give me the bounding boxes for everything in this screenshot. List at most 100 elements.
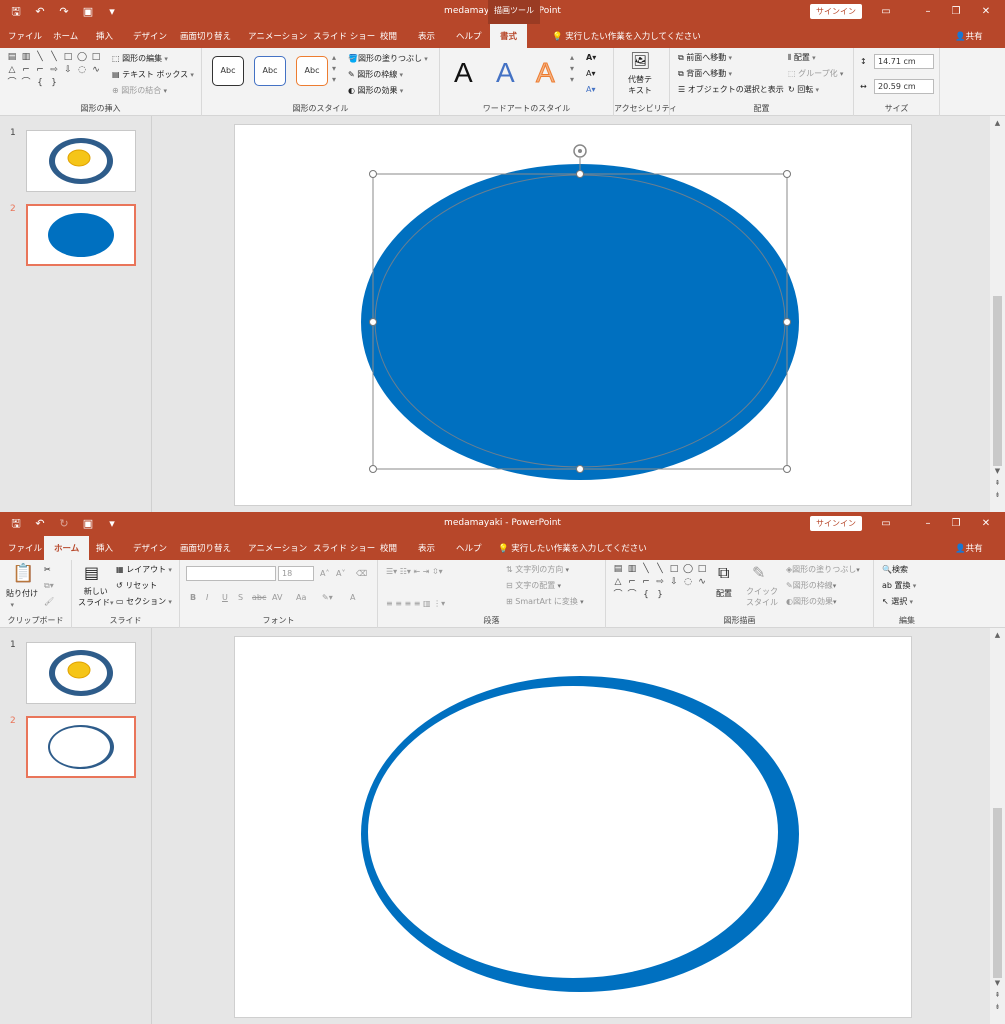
rect2-shape-icon[interactable]: □ <box>696 564 708 575</box>
shape-width-input[interactable]: 20.59 cm <box>874 79 934 94</box>
scribble-shape-icon[interactable]: ∿ <box>90 65 102 76</box>
arrow-shape-icon[interactable]: ⇨ <box>654 577 666 588</box>
line2-shape-icon[interactable]: ╲ <box>654 564 666 575</box>
bring-forward-button[interactable]: ⧉ 前面へ移動 ▾ <box>678 52 732 64</box>
brace-shape-icon[interactable]: { <box>34 78 46 89</box>
tab-slideshow[interactable]: スライド ショー <box>313 542 375 554</box>
slide-thumbnail-2[interactable] <box>26 204 136 266</box>
elbow2-shape-icon[interactable]: ⌐ <box>34 65 46 76</box>
layout-button[interactable]: ▦ レイアウト ▾ <box>116 564 172 576</box>
restore-icon[interactable]: ❐ <box>946 3 966 21</box>
triangle-shape-icon[interactable]: △ <box>612 577 624 588</box>
tell-me-search[interactable]: 💡 実行したい作業を入力してください <box>552 30 701 42</box>
resize-handle-n[interactable] <box>576 170 584 178</box>
scroll-up-icon[interactable]: ▲ <box>990 630 1005 640</box>
shadow-button[interactable]: S <box>238 592 243 603</box>
curve-shape-icon[interactable]: ⌒ <box>6 78 18 89</box>
text-outline-icon[interactable]: A▾ <box>586 68 596 79</box>
scroll-up-icon[interactable]: ▲ <box>990 118 1005 128</box>
slide-thumbnail-2[interactable] <box>26 716 136 778</box>
align-text-button[interactable]: ⊟ 文字の配置 ▾ <box>506 580 561 592</box>
wordart-orange[interactable]: A <box>536 57 556 88</box>
tab-help[interactable]: ヘルプ <box>456 30 482 42</box>
shape-fill-button[interactable]: 🪣図形の塗りつぶし ▾ <box>348 53 428 65</box>
shrink-font-icon[interactable]: A˅ <box>336 568 345 579</box>
text-fill-icon[interactable]: A▾ <box>586 52 596 63</box>
tab-view[interactable]: 表示 <box>418 542 435 554</box>
alt-text-button[interactable]: 代替テ キスト <box>628 74 652 96</box>
brace2-shape-icon[interactable]: } <box>48 78 60 89</box>
restore-icon[interactable]: ❐ <box>946 515 966 533</box>
selection-pane-button[interactable]: ☰ オブジェクトの選択と表示 <box>678 84 784 95</box>
replace-button[interactable]: ab 置換 ▾ <box>882 580 916 592</box>
tab-slideshow[interactable]: スライド ショー <box>313 30 375 42</box>
resize-handle-nw[interactable] <box>369 170 377 178</box>
scribble-shape-icon[interactable]: ∿ <box>696 577 708 588</box>
elbow-shape-icon[interactable]: ⌐ <box>20 65 32 76</box>
vtextbox-shape-icon[interactable]: ▥ <box>20 52 32 63</box>
wordart-blue[interactable]: A <box>496 58 515 88</box>
shape-style-dark[interactable]: Abc <box>212 56 244 86</box>
blue-ring-shape[interactable] <box>361 676 799 992</box>
tab-insert[interactable]: 挿入 <box>96 30 113 42</box>
minimize-icon[interactable]: – <box>918 515 938 533</box>
share-button[interactable]: 👤共有 <box>955 30 983 42</box>
cut-icon[interactable]: ✂ <box>44 564 51 575</box>
ribbon-display-icon[interactable]: ▭ <box>876 515 896 533</box>
strikethrough-button[interactable]: abc <box>252 592 266 603</box>
edit-shape-button[interactable]: ⬚ 図形の編集 ▾ <box>112 53 168 65</box>
tab-home[interactable]: ホーム <box>53 30 78 42</box>
tab-transitions[interactable]: 画面切り替え <box>180 30 231 42</box>
new-slide-button[interactable]: 新しい スライド▾ <box>78 586 114 609</box>
smartart-button[interactable]: ⊞ SmartArt に変換 ▾ <box>506 596 584 608</box>
format-painter-icon[interactable]: 🖌 <box>44 596 54 607</box>
slide-thumbnail-1[interactable] <box>26 130 136 192</box>
prev-slide-icon[interactable]: ⇞ <box>990 478 1005 488</box>
resize-handle-s[interactable] <box>576 465 584 473</box>
tab-home[interactable]: ホーム <box>44 536 90 560</box>
tab-animations[interactable]: アニメーション <box>248 30 307 42</box>
text-effects-icon[interactable]: A▾ <box>586 84 596 95</box>
shape-effects-button[interactable]: ◐図形の効果▾ <box>786 596 837 608</box>
triangle-shape-icon[interactable]: △ <box>6 65 18 76</box>
scroll-down-icon[interactable]: ▼ <box>990 466 1005 476</box>
group-button[interactable]: ⬚ グループ化 ▾ <box>788 68 843 80</box>
drawing-shapes-gallery[interactable]: ▤ ▥ ╲ ╲ □ ◯ □ △ ⌐ ⌐ ⇨ ⇩ ◌ ∿ ⌒ ⌒{} <box>612 564 708 601</box>
ribbon-display-icon[interactable]: ▭ <box>876 3 896 21</box>
shape-style-gallery-more[interactable]: ▴ ▾ ▾ <box>332 52 336 85</box>
scroll-thumb[interactable] <box>993 808 1002 978</box>
tell-me-search[interactable]: 💡 実行したい作業を入力してください <box>498 542 647 554</box>
freeform-shape-icon[interactable]: ◌ <box>682 577 694 588</box>
scroll-down-icon[interactable]: ▼ <box>990 978 1005 988</box>
resize-handle-w[interactable] <box>369 318 377 326</box>
brace-shape-icon[interactable]: { <box>640 590 652 601</box>
arrange-button[interactable]: 配置 <box>716 588 732 599</box>
elbow-shape-icon[interactable]: ⌐ <box>626 577 638 588</box>
close-icon[interactable]: ✕ <box>976 515 996 533</box>
tab-format[interactable]: 書式 <box>490 24 528 48</box>
shape-style-blue[interactable]: Abc <box>254 56 286 86</box>
share-button[interactable]: 👤共有 <box>955 542 983 554</box>
tab-design[interactable]: デザイン <box>133 542 167 554</box>
arc-shape-icon[interactable]: ⌒ <box>20 78 32 89</box>
section-button[interactable]: ▭ セクション ▾ <box>116 596 172 608</box>
highlight-icon[interactable]: ✎▾ <box>322 592 333 603</box>
shape-style-orange[interactable]: Abc <box>296 56 328 86</box>
resize-handle-e[interactable] <box>783 318 791 326</box>
vertical-scrollbar[interactable]: ▲ ▼ ⇞ ⇟ <box>990 116 1005 512</box>
paste-button[interactable]: 貼り付け ▾ <box>6 588 38 611</box>
tab-review[interactable]: 校閲 <box>380 30 397 42</box>
arc-shape-icon[interactable]: ⌒ <box>626 590 638 601</box>
align-button[interactable]: ⫴ 配置 ▾ <box>788 52 816 64</box>
select-button[interactable]: ↖ 選択 ▾ <box>882 596 913 608</box>
resize-handle-se[interactable] <box>783 465 791 473</box>
freeform-shape-icon[interactable]: ◌ <box>76 65 88 76</box>
tab-file[interactable]: ファイル <box>8 542 42 554</box>
brace2-shape-icon[interactable]: } <box>654 590 666 601</box>
shape-outline-button[interactable]: ✎図形の枠線▾ <box>786 580 836 592</box>
reset-button[interactable]: ↺ リセット <box>116 580 157 591</box>
scroll-thumb[interactable] <box>993 296 1002 466</box>
font-size-input[interactable]: 18 <box>278 566 314 581</box>
slide-thumbnail-1[interactable] <box>26 642 136 704</box>
font-name-input[interactable] <box>186 566 276 581</box>
